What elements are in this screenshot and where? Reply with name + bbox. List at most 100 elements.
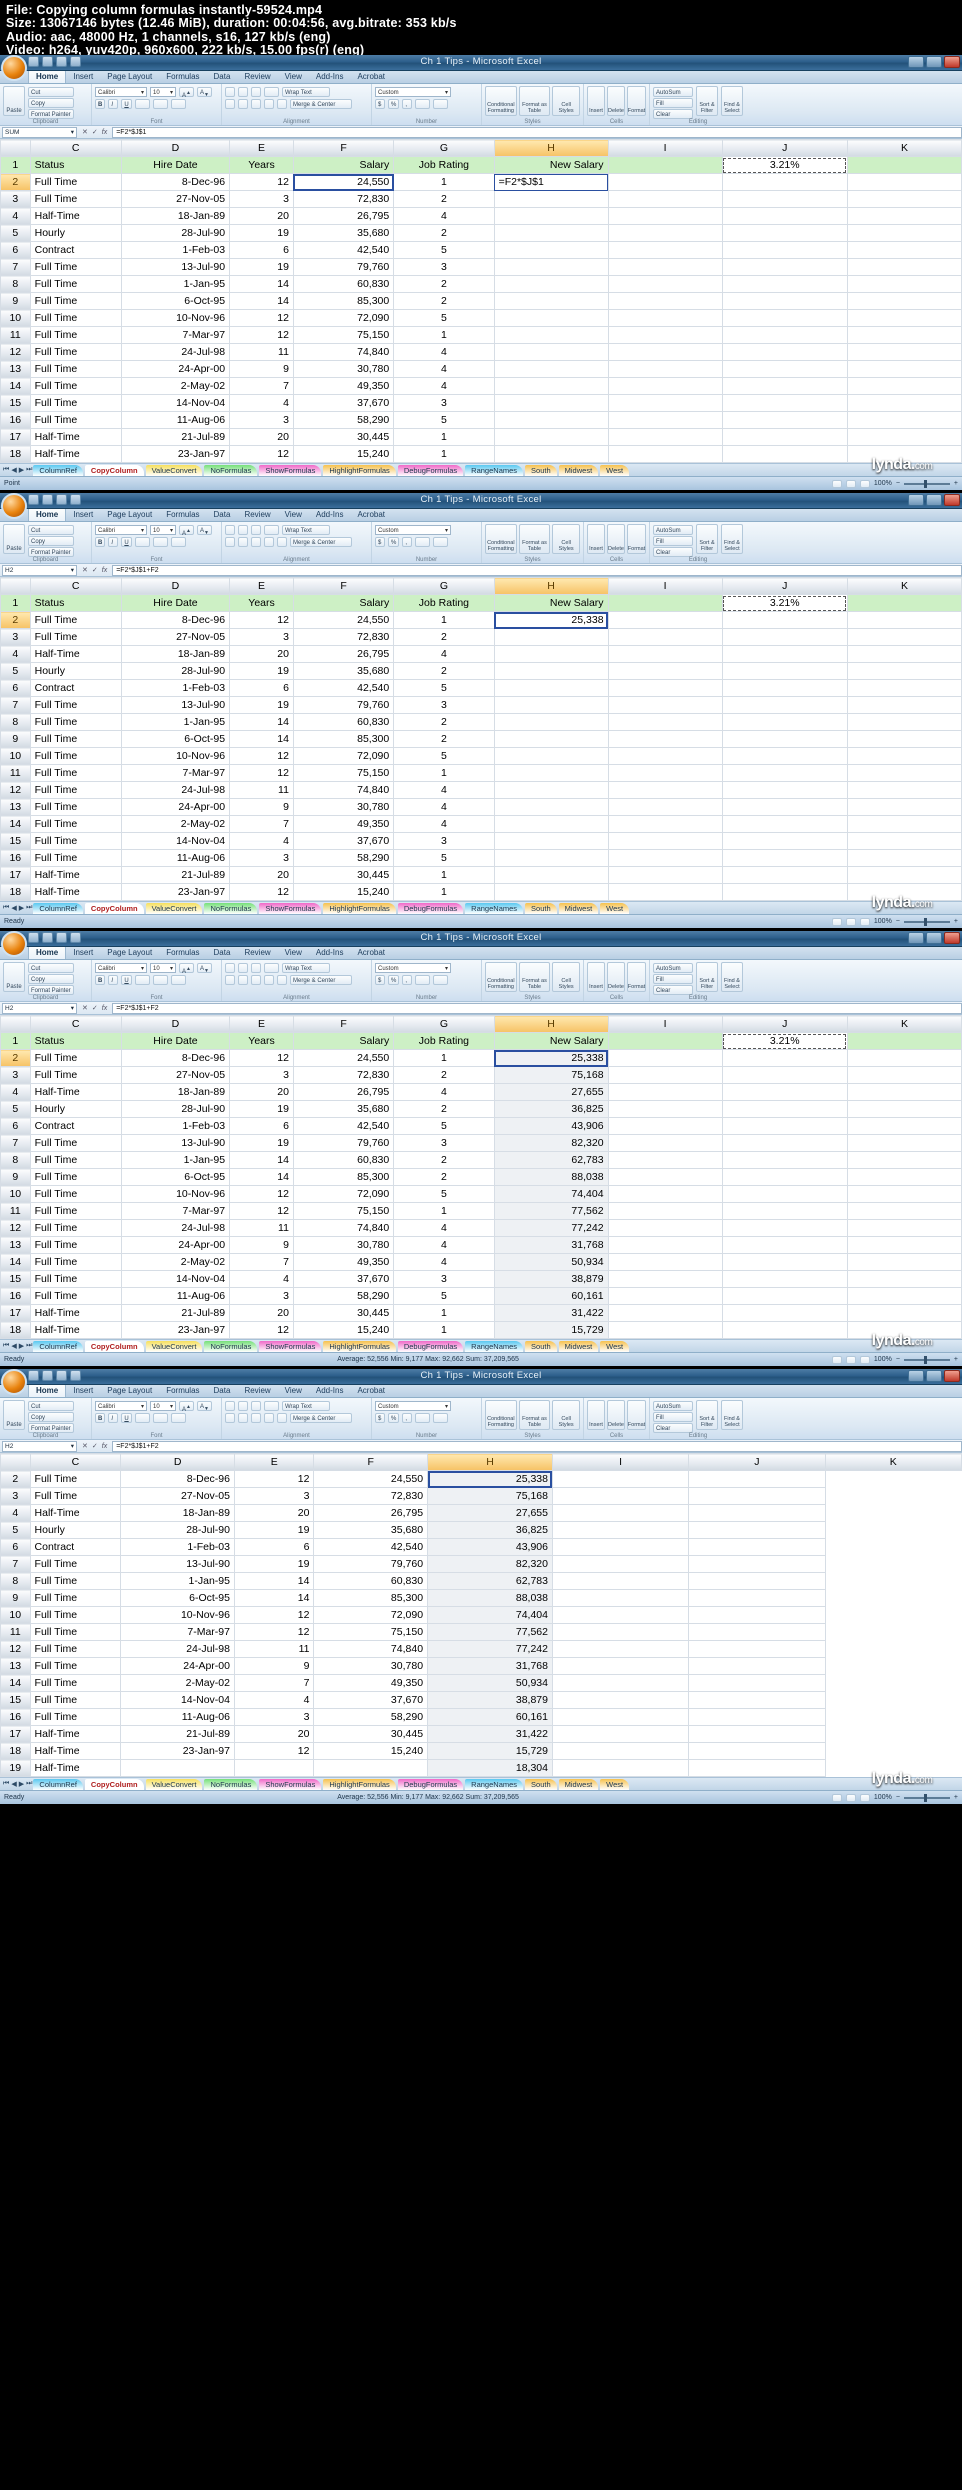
cell-job-rating[interactable]: 2 [393, 190, 495, 208]
enter-formula-icon[interactable]: ✓ [92, 1004, 98, 1012]
sort-filter-button[interactable]: Sort & Filter [696, 962, 718, 992]
column-header-G[interactable]: G [393, 1015, 495, 1033]
cell-col-J[interactable] [688, 1742, 826, 1760]
format-painter-button[interactable]: Format Painter [28, 1423, 74, 1433]
cell-col-K[interactable] [846, 326, 962, 344]
cell-col-I[interactable] [607, 1236, 723, 1254]
sort-filter-button[interactable]: Sort & Filter [696, 1400, 718, 1430]
align-center-icon[interactable] [238, 99, 248, 109]
decrease-indent-icon[interactable] [264, 537, 274, 547]
cell-col-K[interactable] [846, 815, 962, 833]
cell-years[interactable]: 14 [233, 1589, 315, 1607]
delete-cells-button[interactable]: Delete [607, 524, 625, 554]
minimize-button[interactable] [908, 494, 924, 506]
cell-col-K[interactable] [846, 207, 962, 225]
cell-hire-date[interactable]: 24-Jul-98 [120, 1219, 231, 1237]
cell-salary[interactable]: 74,840 [292, 343, 395, 361]
cell-hire-date[interactable]: 28-Jul-90 [120, 1521, 235, 1539]
sheet-tab-valueconvert[interactable]: ValueConvert [145, 464, 203, 476]
enter-formula-icon[interactable]: ✓ [92, 1442, 98, 1450]
increase-decimal-icon[interactable] [415, 975, 431, 985]
font-family-select[interactable]: Calibri ▾ [95, 1401, 147, 1411]
cell-salary[interactable]: 37,670 [313, 1691, 429, 1709]
cell-col-J[interactable] [688, 1470, 826, 1488]
cell-col-K[interactable] [846, 1049, 962, 1067]
cell-col-I[interactable] [607, 1185, 723, 1203]
cell-salary[interactable]: 72,830 [292, 1066, 395, 1084]
normal-view-icon[interactable] [831, 479, 842, 488]
ribbon-tab-add-ins[interactable]: Add-Ins [309, 946, 351, 959]
cell-col-K[interactable] [846, 1287, 962, 1305]
cell-hire-date[interactable]: 1-Feb-03 [120, 241, 231, 259]
cell-status[interactable]: Full Time [29, 1572, 122, 1590]
cell-new-salary[interactable]: =F2*$J$1 [493, 173, 609, 191]
row-header-2[interactable]: 2 [0, 173, 31, 191]
cell-years[interactable]: 3 [229, 1066, 294, 1084]
ribbon-tab-acrobat[interactable]: Acrobat [350, 1384, 392, 1397]
maximize-button[interactable] [926, 494, 942, 506]
cell-col-I[interactable] [607, 343, 723, 361]
cell-col-K[interactable] [846, 628, 962, 646]
sheet-tab-south[interactable]: South [525, 1340, 557, 1352]
cell-col-J[interactable] [721, 883, 848, 901]
row-header-13[interactable]: 13 [0, 798, 31, 816]
delete-cells-button[interactable]: Delete [607, 1400, 625, 1430]
cell-new-salary[interactable] [493, 662, 609, 680]
sheet-tab-south[interactable]: South [525, 464, 557, 476]
sheet-tab-columnref[interactable]: ColumnRef [33, 1340, 83, 1352]
cell-years[interactable]: 7 [229, 1253, 294, 1271]
close-button[interactable] [944, 56, 960, 68]
cell-hire-date[interactable]: 6-Oct-95 [120, 1589, 235, 1607]
italic-button[interactable]: I [108, 1413, 119, 1423]
cell-salary[interactable]: 30,445 [313, 1725, 429, 1743]
cell-col-K[interactable] [846, 1270, 962, 1288]
fill-button[interactable]: Fill [653, 1412, 693, 1422]
cell-hire-date[interactable]: 1-Feb-03 [120, 679, 231, 697]
cell-col-I[interactable] [551, 1487, 690, 1505]
cell-col-I[interactable] [551, 1759, 690, 1777]
cell-status[interactable]: Full Time [29, 1674, 122, 1692]
cell-hire-date[interactable]: 10-Nov-96 [120, 1185, 231, 1203]
row-header-11[interactable]: 11 [0, 1202, 31, 1220]
cell-new-salary[interactable]: 31,422 [427, 1725, 553, 1743]
cell-salary[interactable]: 42,540 [292, 1117, 395, 1135]
cell-hire-date[interactable]: 24-Apr-00 [120, 798, 231, 816]
first-sheet-icon[interactable]: ⏮ [2, 466, 10, 474]
column-header-J[interactable]: J [721, 139, 848, 157]
cell-job-rating[interactable]: 1 [393, 326, 495, 344]
increase-decimal-icon[interactable] [415, 1413, 431, 1423]
cell-col-K[interactable] [846, 764, 962, 782]
cell-new-salary[interactable]: 77,242 [427, 1640, 553, 1658]
cell-status[interactable]: Full Time [29, 360, 122, 378]
borders-icon[interactable] [134, 1413, 150, 1423]
cell-col-I[interactable] [551, 1538, 690, 1556]
cell-col-J[interactable] [721, 1066, 848, 1084]
cell-col-J[interactable] [721, 445, 848, 463]
cell-col-J[interactable] [688, 1725, 826, 1743]
office-button-icon[interactable] [1, 1369, 27, 1395]
copy-button[interactable]: Copy [28, 98, 74, 108]
cell-col-I[interactable] [607, 645, 723, 663]
cell-new-salary[interactable]: 60,161 [493, 1287, 609, 1305]
row-header-1[interactable]: 1 [0, 156, 31, 174]
cell-salary[interactable]: 37,670 [292, 1270, 395, 1288]
cell-hire-date[interactable]: 27-Nov-05 [120, 1066, 231, 1084]
row-header-4[interactable]: 4 [0, 207, 31, 225]
insert-function-icon[interactable]: fx [102, 1443, 107, 1450]
cell-col-I[interactable] [607, 1134, 723, 1152]
header-cell-job-rating[interactable]: Job Rating [393, 594, 495, 612]
cell-salary[interactable]: 15,240 [292, 883, 395, 901]
cell-years[interactable]: 12 [229, 764, 294, 782]
cell-salary[interactable]: 72,090 [292, 1185, 395, 1203]
font-size-select[interactable]: 10 ▾ [150, 1401, 176, 1411]
cell-hire-date[interactable]: 8-Dec-96 [120, 173, 231, 191]
ribbon-tab-review[interactable]: Review [237, 70, 277, 83]
cell-years[interactable]: 19 [229, 1134, 294, 1152]
cell-col-J[interactable] [688, 1555, 826, 1573]
cell-hire-date[interactable]: 2-May-02 [120, 377, 231, 395]
row-header-4[interactable]: 4 [0, 1504, 31, 1522]
cell-job-rating[interactable]: 2 [393, 275, 495, 293]
insert-cells-button[interactable]: Insert [587, 962, 605, 992]
cell-col-I[interactable] [551, 1470, 690, 1488]
maximize-button[interactable] [926, 56, 942, 68]
